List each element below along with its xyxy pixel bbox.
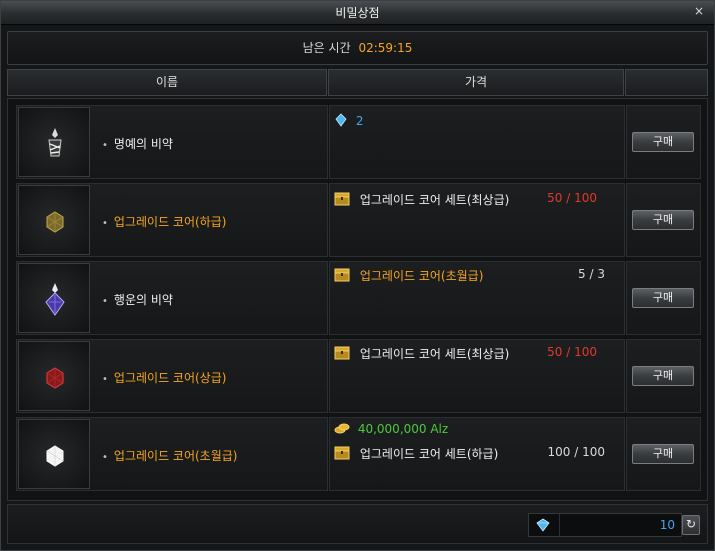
item-name: 업그레이드 코어(하급) <box>102 213 227 230</box>
list-item: 업그레이드 코어(하급) 업그레이드 코어 세트(최상급) 50 / 100 구… <box>16 183 701 257</box>
refresh-icon[interactable]: ↻ <box>682 515 700 535</box>
alz-price: 40,000,000 Alz <box>357 422 449 436</box>
footer-bar: 10 ↻ <box>7 504 708 544</box>
elixir-honor-icon[interactable] <box>18 107 90 177</box>
gem-icon <box>535 518 551 535</box>
price-line: 2 <box>334 113 363 130</box>
upgrade-core-high-icon[interactable] <box>18 341 90 411</box>
remaining-time-value: 02:59:15 <box>358 41 413 55</box>
remaining-time-bar: 남은 시간 02:59:15 <box>7 31 708 65</box>
list-item: 행운의 비약 업그레이드 코어(초월급) 5 / 3 구매 <box>16 261 701 335</box>
item-name: 명예의 비약 <box>102 135 173 152</box>
secret-shop-window: 비밀상점 × 남은 시간 02:59:15 이름 가격 명예의 비약 <box>0 0 715 551</box>
upgrade-core-low-icon[interactable] <box>18 185 90 255</box>
price-item-name: 업그레이드 코어 세트(하급) <box>359 447 499 461</box>
price-line: 업그레이드 코어 세트(최상급) <box>334 191 509 209</box>
list-item: 명예의 비약 2 구매 <box>16 105 701 179</box>
chest-icon <box>334 346 350 363</box>
close-icon[interactable]: × <box>692 5 706 19</box>
price-item-name: 업그레이드 코어 세트(최상급) <box>359 193 510 207</box>
price-line: 업그레이드 코어 세트(하급) <box>334 445 498 463</box>
title-bar[interactable]: 비밀상점 × <box>1 1 714 25</box>
price-line: 업그레이드 코어 세트(최상급) <box>334 345 509 363</box>
gem-icon <box>334 113 348 130</box>
column-header-price: 가격 <box>328 69 624 96</box>
buy-button[interactable]: 구매 <box>632 444 694 464</box>
list-item: 업그레이드 코어(상급) 업그레이드 코어 세트(최상급) 50 / 100 구… <box>16 339 701 413</box>
chest-icon <box>334 192 350 209</box>
price-count: 50 / 100 <box>547 191 597 205</box>
price-count: 50 / 100 <box>547 345 597 359</box>
window-title: 비밀상점 <box>335 6 380 20</box>
price-item-name: 업그레이드 코어 세트(최상급) <box>359 347 510 361</box>
buy-button[interactable]: 구매 <box>632 132 694 152</box>
price-item-name: 업그레이드 코어(초월급) <box>359 269 484 283</box>
column-header-name: 이름 <box>7 69 327 96</box>
price-line: 40,000,000 Alz <box>334 421 448 438</box>
buy-button[interactable]: 구매 <box>632 366 694 386</box>
buy-button[interactable]: 구매 <box>632 288 694 308</box>
item-list: 명예의 비약 2 구매 업그레이드 코어(하급) <box>7 98 708 501</box>
item-name: 행운의 비약 <box>102 291 173 308</box>
currency-balance: 10 <box>659 518 675 532</box>
elixir-luck-icon[interactable] <box>18 263 90 333</box>
buy-button[interactable]: 구매 <box>632 210 694 230</box>
chest-icon <box>334 446 350 463</box>
alz-coins-icon <box>334 421 350 438</box>
price-count: 5 / 3 <box>578 267 605 281</box>
remaining-time-label: 남은 시간 <box>302 41 351 55</box>
currency-balance-box: 10 <box>528 513 682 537</box>
upgrade-core-transcend-icon[interactable] <box>18 419 90 489</box>
list-item: 업그레이드 코어(초월급) 40,000,000 Alz 업그레이드 코어 세트… <box>16 417 701 491</box>
column-header-buy <box>625 69 708 96</box>
item-name: 업그레이드 코어(상급) <box>102 369 227 386</box>
chest-icon <box>334 268 350 285</box>
item-name: 업그레이드 코어(초월급) <box>102 447 238 464</box>
price-line: 업그레이드 코어(초월급) <box>334 267 483 285</box>
price-count: 100 / 100 <box>547 445 605 459</box>
price-count: 2 <box>355 114 364 128</box>
